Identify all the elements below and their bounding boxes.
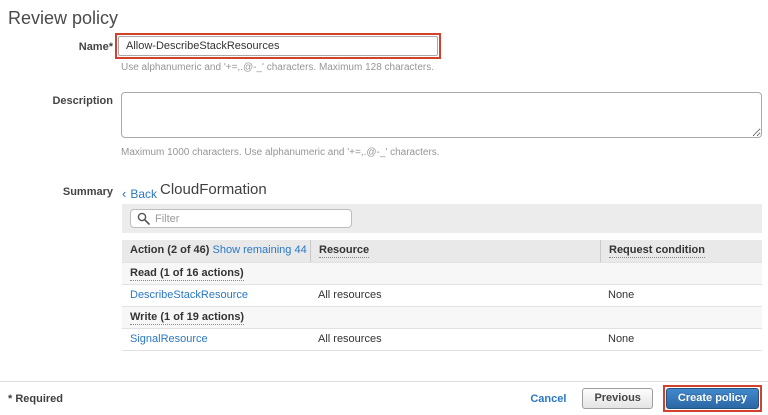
table-bottom-border: [122, 350, 762, 351]
footer-actions: Cancel Previous Create policy: [530, 385, 762, 412]
back-link[interactable]: ‹ Back: [122, 186, 157, 201]
name-highlight-annotation: [115, 33, 441, 59]
action-header-label: Action (2 of 46): [130, 244, 209, 256]
name-label: Name*: [0, 41, 113, 53]
read-group-row: Read (1 of 16 actions): [122, 262, 762, 284]
filter-bar: [122, 204, 762, 233]
policy-summary-panel: Action (2 of 46) Show remaining 44 Resou…: [122, 204, 762, 351]
action-column-header: Action (2 of 46) Show remaining 44: [122, 240, 310, 262]
resource-cell: All resources: [310, 329, 600, 350]
cancel-link[interactable]: Cancel: [530, 393, 566, 405]
write-group-row: Write (1 of 19 actions): [122, 306, 762, 328]
write-group-label: Write (1 of 19 actions): [130, 311, 244, 325]
service-title: CloudFormation: [160, 181, 267, 198]
resource-header-label: Resource: [319, 244, 369, 258]
review-policy-page: Review policy Name* Use alphanumeric and…: [0, 0, 768, 415]
policy-name-input[interactable]: [118, 36, 438, 56]
search-icon: [137, 212, 150, 225]
filter-input[interactable]: [130, 209, 352, 228]
condition-header-label: Request condition: [609, 244, 705, 258]
back-link-label: Back: [130, 187, 157, 201]
description-label: Description: [0, 95, 113, 107]
previous-button[interactable]: Previous: [582, 388, 652, 409]
footer-bar: * Required Cancel Previous Create policy: [0, 381, 768, 415]
filter-input-wrap: [130, 209, 352, 228]
table-header-row: Action (2 of 46) Show remaining 44 Resou…: [122, 240, 762, 262]
action-link-describestackresource[interactable]: DescribeStackResource: [130, 289, 248, 301]
condition-cell: None: [600, 285, 762, 306]
policy-description-textarea[interactable]: [121, 92, 762, 138]
condition-column-header: Request condition: [600, 240, 762, 262]
read-group-label: Read (1 of 16 actions): [130, 267, 244, 281]
resource-column-header: Resource: [310, 240, 600, 262]
back-chevron-icon: ‹: [122, 186, 126, 201]
condition-cell: None: [600, 329, 762, 350]
name-help-text: Use alphanumeric and '+=,.@-_' character…: [121, 62, 434, 73]
page-title: Review policy: [8, 8, 118, 29]
table-row: SignalResource All resources None: [122, 328, 762, 350]
action-link-signalresource[interactable]: SignalResource: [130, 333, 208, 345]
summary-label: Summary: [0, 186, 113, 198]
create-policy-button[interactable]: Create policy: [666, 388, 759, 409]
panel-gap: [122, 233, 762, 240]
show-remaining-link[interactable]: Show remaining 44: [213, 244, 307, 256]
required-note: * Required: [8, 393, 63, 405]
resource-cell: All resources: [310, 285, 600, 306]
table-row: DescribeStackResource All resources None: [122, 284, 762, 306]
description-help-text: Maximum 1000 characters. Use alphanumeri…: [121, 147, 440, 158]
create-policy-highlight-annotation: Create policy: [663, 385, 762, 412]
